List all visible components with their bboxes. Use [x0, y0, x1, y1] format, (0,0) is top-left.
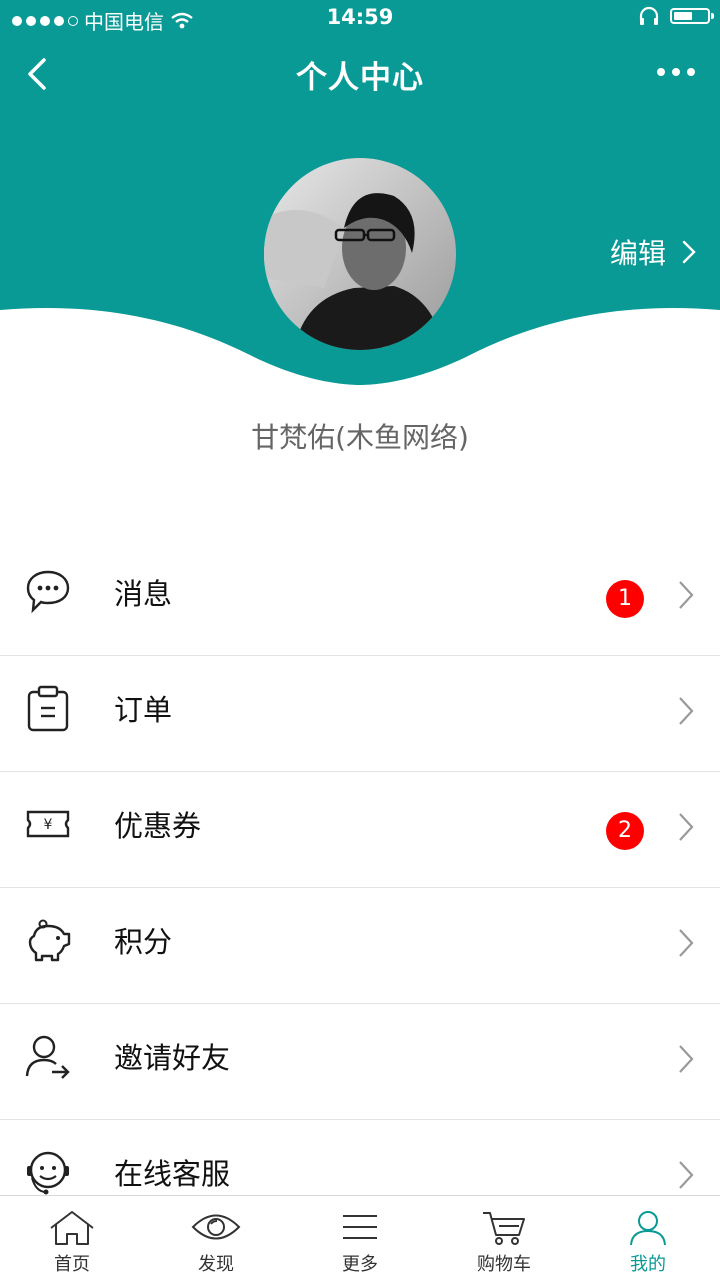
avatar[interactable] — [264, 158, 456, 350]
menu-item-coupons[interactable]: ¥ 优惠券 2 — [0, 772, 720, 888]
edit-profile-link[interactable]: 编辑 — [610, 232, 696, 272]
chevron-right-icon — [679, 581, 694, 609]
edit-label: 编辑 — [609, 237, 666, 270]
chevron-right-icon — [679, 813, 694, 841]
chevron-right-icon — [682, 240, 696, 264]
menu-label: 邀请好友 — [114, 1041, 231, 1075]
tab-label: 发现 — [198, 1254, 234, 1275]
piggy-bank-icon — [28, 919, 71, 962]
eye-icon — [191, 1214, 241, 1240]
clock: 14:59 — [326, 5, 394, 29]
coupon-ticket-icon: ¥ — [26, 810, 70, 838]
menu-lines-icon — [343, 1215, 377, 1239]
cart-icon — [483, 1212, 525, 1245]
headphones-icon — [639, 6, 659, 25]
menu-label: 消息 — [114, 577, 173, 611]
chevron-right-icon — [679, 697, 694, 725]
tab-label: 我的 — [630, 1254, 666, 1275]
user-icon — [630, 1211, 666, 1246]
menu-list: 消息 1 订单 ¥ 优惠券 2 积分 邀请好友 在线客服 — [0, 540, 720, 1236]
chevron-right-icon — [679, 1045, 694, 1073]
customer-service-icon — [27, 1151, 69, 1195]
tab-more[interactable]: 更多 — [288, 1196, 432, 1280]
battery-icon — [670, 8, 714, 24]
tab-label: 更多 — [342, 1254, 378, 1275]
status-bar: 中国电信 14:59 — [0, 0, 720, 36]
tab-label: 首页 — [54, 1254, 90, 1275]
nav-bar: 个人中心 — [0, 36, 720, 110]
tab-bar: 首页 发现 更多 购物车 我的 — [0, 1195, 720, 1280]
chevron-right-icon — [679, 1161, 694, 1189]
user-share-icon — [25, 1035, 70, 1079]
tab-cart[interactable]: 购物车 — [432, 1196, 576, 1280]
chat-bubble-icon — [26, 570, 70, 614]
menu-label: 积分 — [114, 925, 173, 959]
menu-item-orders[interactable]: 订单 — [0, 656, 720, 772]
menu-label: 优惠券 — [114, 809, 202, 843]
username: 甘梵佑(木鱼网络) — [251, 421, 469, 454]
tab-label: 购物车 — [477, 1254, 531, 1275]
tab-mine[interactable]: 我的 — [576, 1196, 720, 1280]
unread-badge: 1 — [606, 580, 644, 618]
menu-label: 订单 — [114, 693, 173, 727]
more-dots-icon[interactable] — [656, 64, 696, 80]
coupon-badge: 2 — [606, 812, 644, 850]
svg-text:¥: ¥ — [44, 817, 53, 833]
avatar-photo — [264, 158, 456, 350]
tab-discover[interactable]: 发现 — [144, 1196, 288, 1280]
home-icon — [50, 1211, 94, 1245]
chevron-right-icon — [679, 929, 694, 957]
tab-home[interactable]: 首页 — [0, 1196, 144, 1280]
menu-item-messages[interactable]: 消息 1 — [0, 540, 720, 656]
menu-item-invite-friends[interactable]: 邀请好友 — [0, 1004, 720, 1120]
menu-item-points[interactable]: 积分 — [0, 888, 720, 1004]
clipboard-icon — [27, 685, 69, 732]
page-title: 个人中心 — [296, 60, 424, 96]
